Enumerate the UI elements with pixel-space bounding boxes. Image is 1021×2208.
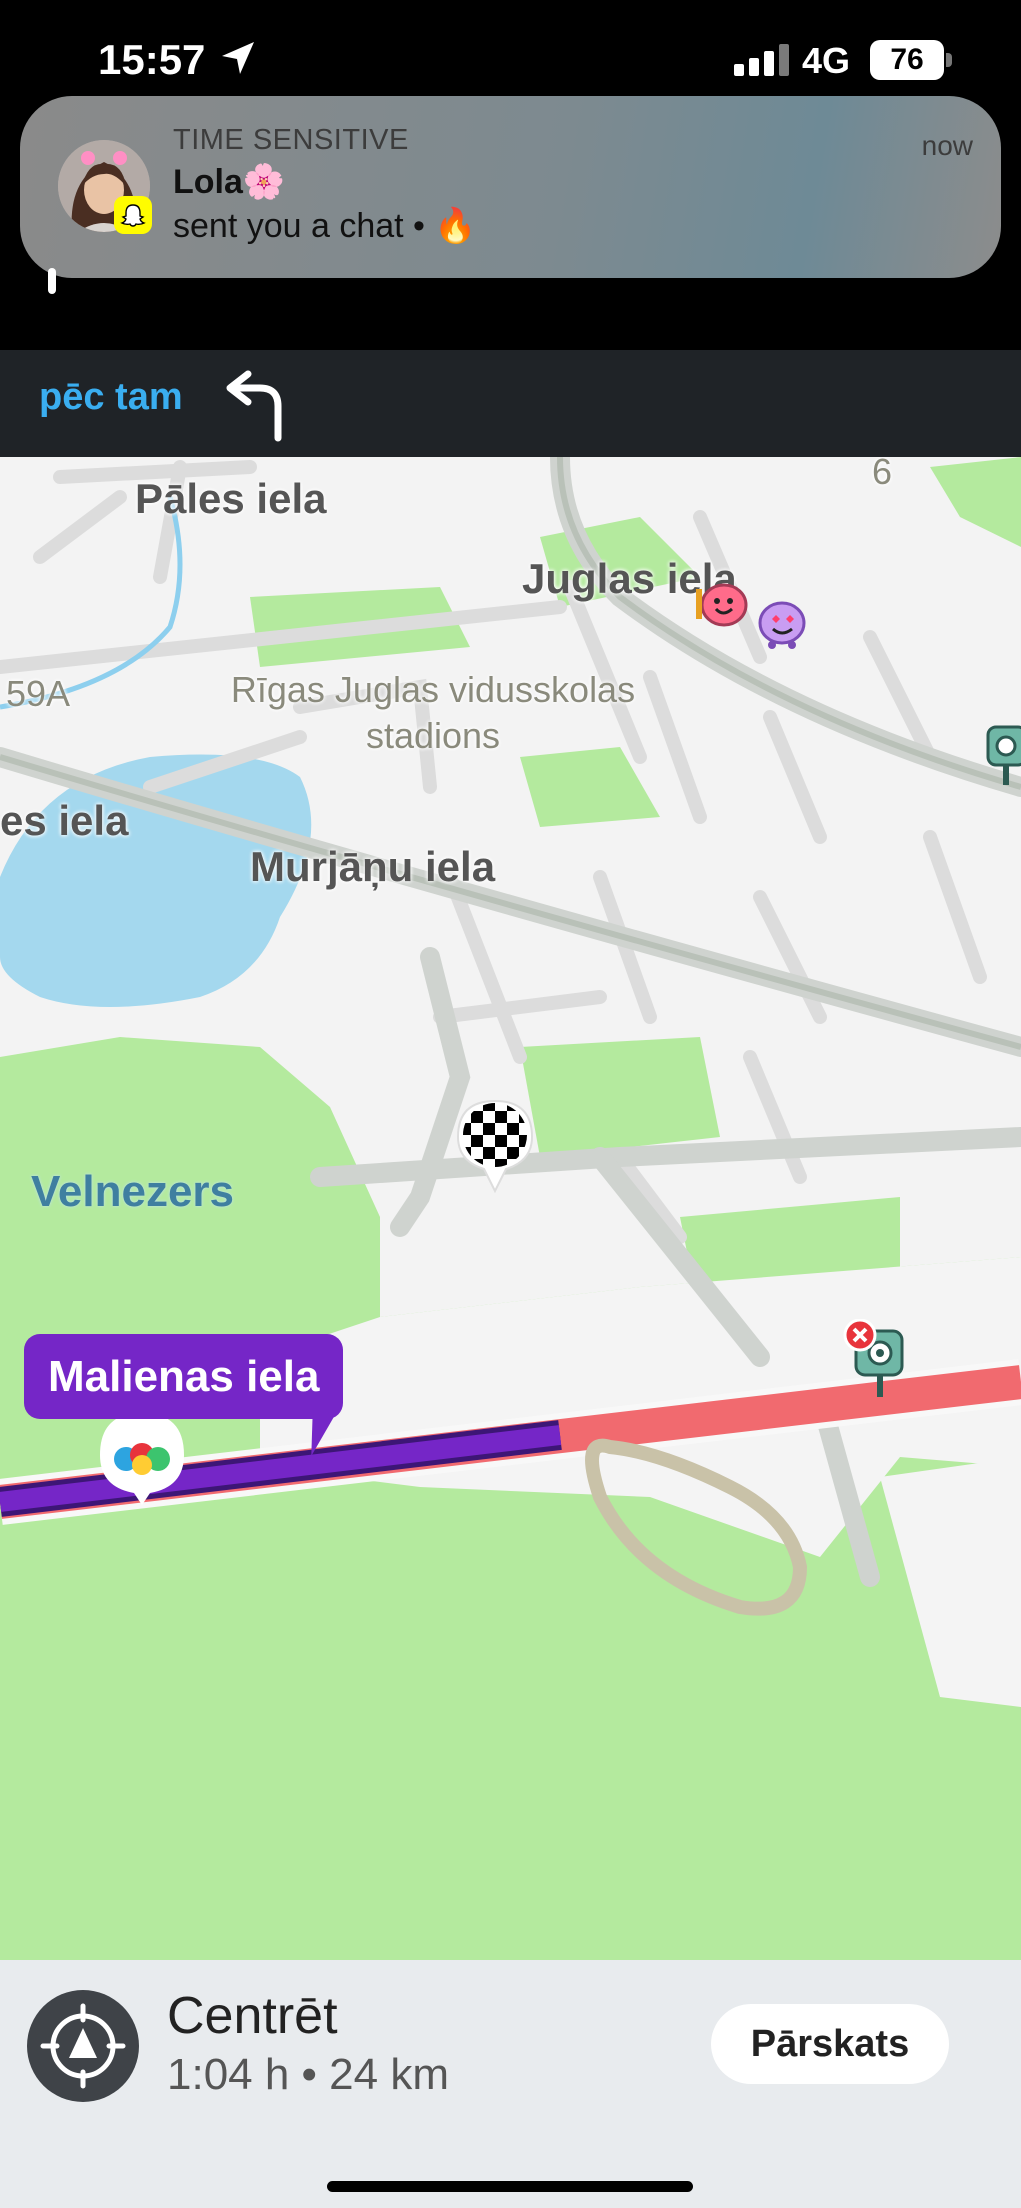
home-indicator[interactable] — [327, 2181, 693, 2192]
current-street-callout: Malienas iela — [24, 1334, 344, 1419]
battery-tip — [946, 53, 952, 67]
eta-summary: 1:04 h • 24 km — [167, 2050, 450, 2099]
street-label-pales: Pāles iela — [135, 475, 327, 522]
location-arrow-icon — [222, 42, 254, 74]
street-label-murjanu: Murjāņu iela — [250, 843, 496, 890]
house-number-label: 59A — [6, 673, 71, 714]
network-type: 4G — [802, 40, 851, 81]
navigation-map[interactable]: Pāles iela Juglas iela Murjāņu iela es i… — [0, 457, 1021, 1960]
recenter-button[interactable] — [27, 1990, 139, 2102]
status-time: 15:57 — [98, 36, 206, 83]
destination-flag-icon[interactable] — [454, 1097, 536, 1193]
house-number-label: 6 — [872, 457, 893, 492]
street-label-partial: es iela — [0, 797, 129, 844]
current-position-icon[interactable] — [90, 1407, 194, 1507]
turn-left-icon — [226, 370, 282, 442]
park-area — [930, 457, 1021, 547]
snapchat-ghost-icon — [114, 196, 152, 234]
next-instruction-label: pēc tam — [39, 376, 183, 418]
trip-bottom-bar: Centrēt 1:04 h • 24 km Pārskats — [0, 1960, 1021, 2208]
poi-label-line: Rīgas Juglas vidusskolas — [230, 669, 636, 710]
wazer-pirate-icon[interactable] — [690, 577, 750, 637]
park-area — [520, 1037, 720, 1157]
speed-camera-icon[interactable] — [986, 723, 1021, 787]
battery-icon: 76 — [870, 40, 944, 80]
next-instruction-bar[interactable]: pēc tam — [0, 350, 1021, 457]
notification-banner[interactable]: TIME SENSITIVE Lola🌸 sent you a chat • 🔥… — [20, 96, 1001, 278]
speed-camera-icon[interactable] — [842, 1319, 918, 1403]
notification-sender: Lola🌸 — [173, 163, 286, 201]
notification-time: now — [921, 130, 973, 161]
recenter-title[interactable]: Centrēt — [167, 1986, 338, 2046]
poi-label-line: stadions — [365, 715, 501, 756]
cellular-signal-icon — [734, 44, 789, 76]
notification-kicker: TIME SENSITIVE — [173, 124, 409, 156]
notification-message: sent you a chat • 🔥 — [173, 207, 477, 245]
lake-label: Velnezers — [31, 1167, 235, 1216]
poi-label-stadium: Rīgas Juglas vidusskolas stadions — [188, 667, 678, 759]
overview-button[interactable]: Pārskats — [711, 2004, 949, 2084]
compass-icon — [40, 2003, 126, 2089]
wazer-love-icon[interactable] — [754, 597, 810, 653]
notification-handle — [48, 268, 56, 294]
